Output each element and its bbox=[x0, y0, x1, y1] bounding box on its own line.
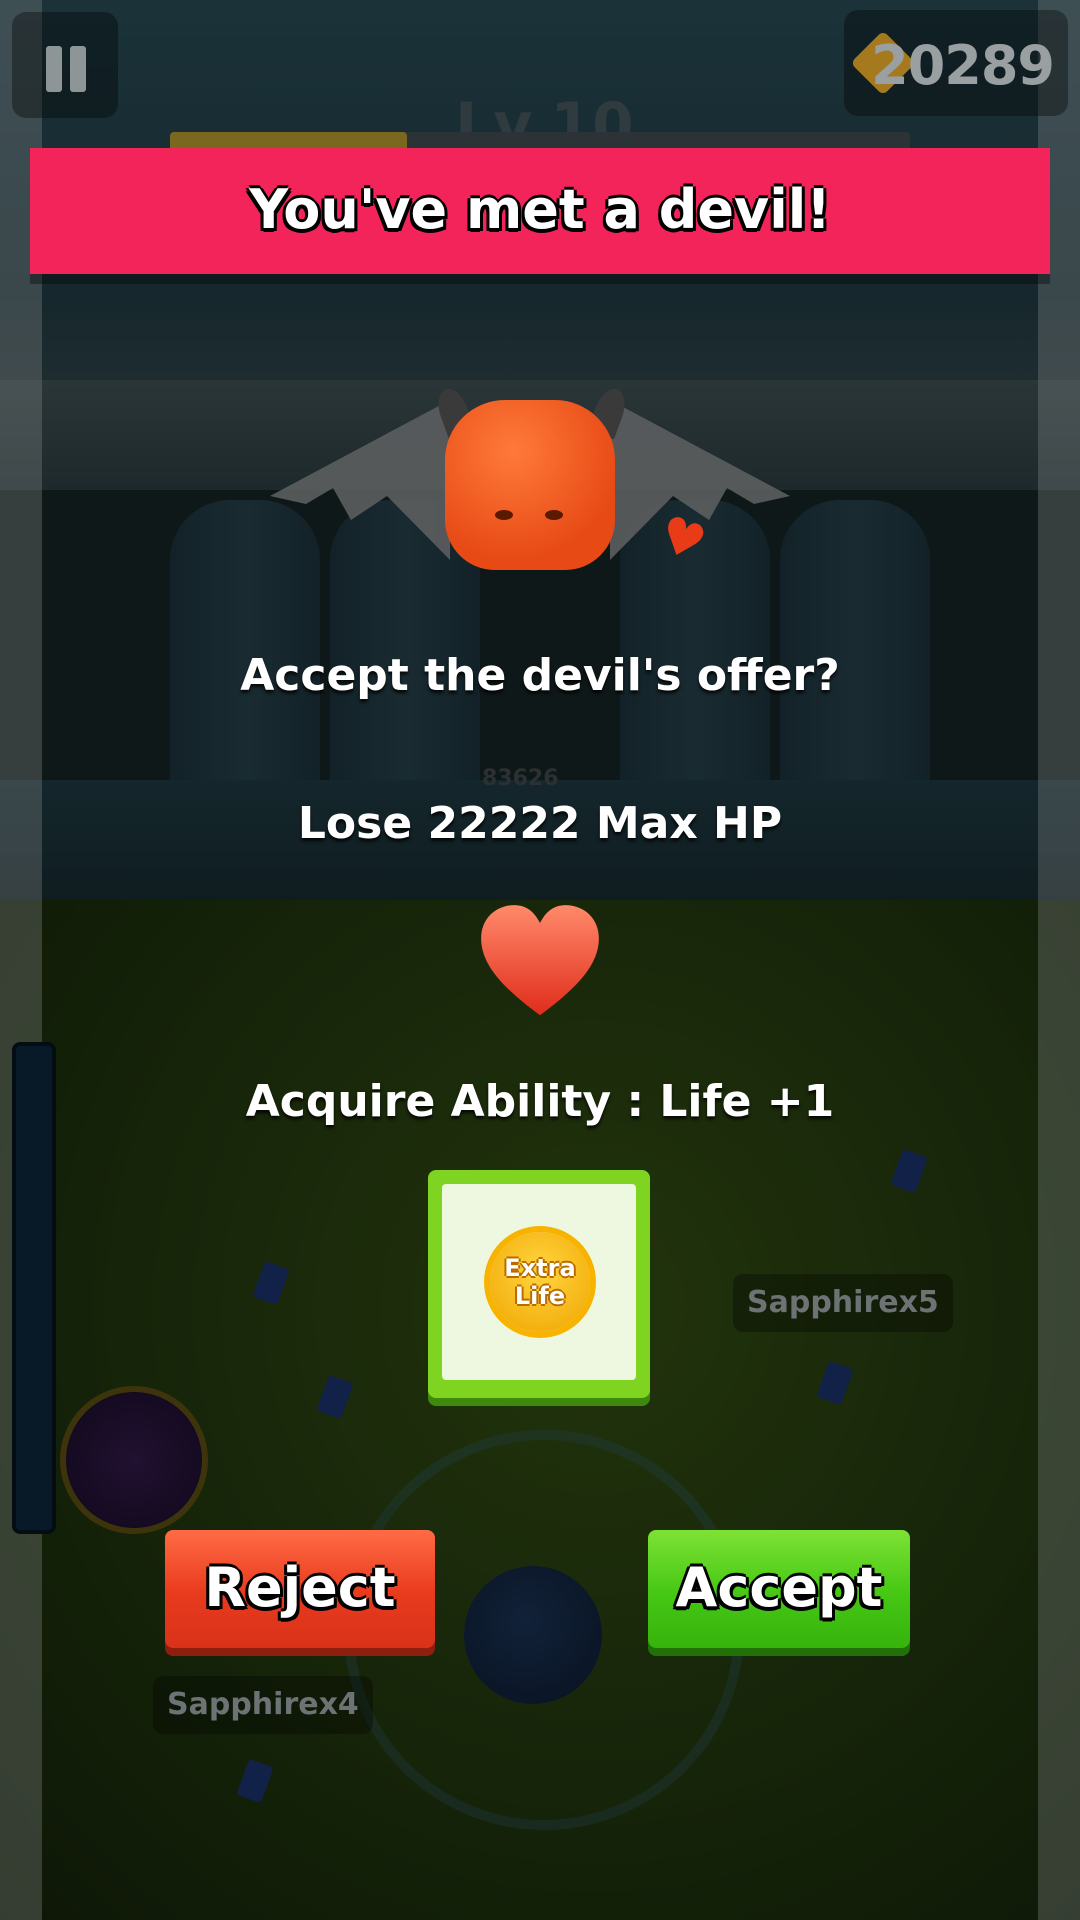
devil-wing-left bbox=[270, 400, 450, 560]
coin-counter: 20289 bbox=[844, 10, 1068, 116]
ability-label: Extra Life bbox=[490, 1254, 590, 1310]
dialog-title: You've met a devil! bbox=[249, 178, 831, 241]
coin-amount: 20289 bbox=[871, 34, 1055, 97]
ability-label-line2: Life bbox=[514, 1282, 566, 1310]
accept-button[interactable]: Accept bbox=[648, 1530, 910, 1648]
accept-button-label: Accept bbox=[675, 1556, 883, 1619]
player-nametag: Sapphirex5 bbox=[733, 1274, 953, 1332]
offer-cost: Lose 22222 Max HP bbox=[297, 798, 783, 849]
devil-icon: ♥ bbox=[260, 360, 800, 600]
devil-eye bbox=[545, 510, 563, 520]
player-nametag: Sapphirex4 bbox=[153, 1676, 373, 1734]
reject-button[interactable]: Reject bbox=[165, 1530, 435, 1648]
offer-reward: Acquire Ability : Life +1 bbox=[245, 1076, 835, 1127]
devil-eye bbox=[495, 510, 513, 520]
ability-card[interactable]: Extra Life bbox=[428, 1170, 650, 1398]
extra-life-icon: Extra Life bbox=[490, 1232, 590, 1332]
heart-icon bbox=[481, 905, 599, 1016]
ability-label-line1: Extra bbox=[504, 1254, 576, 1282]
devil-head bbox=[445, 400, 615, 570]
dialog-banner: You've met a devil! bbox=[30, 148, 1050, 274]
reject-button-label: Reject bbox=[204, 1556, 396, 1619]
pause-button[interactable] bbox=[12, 12, 118, 118]
offer-question: Accept the devil's offer? bbox=[240, 650, 840, 701]
ability-card-inner: Extra Life bbox=[442, 1184, 636, 1380]
